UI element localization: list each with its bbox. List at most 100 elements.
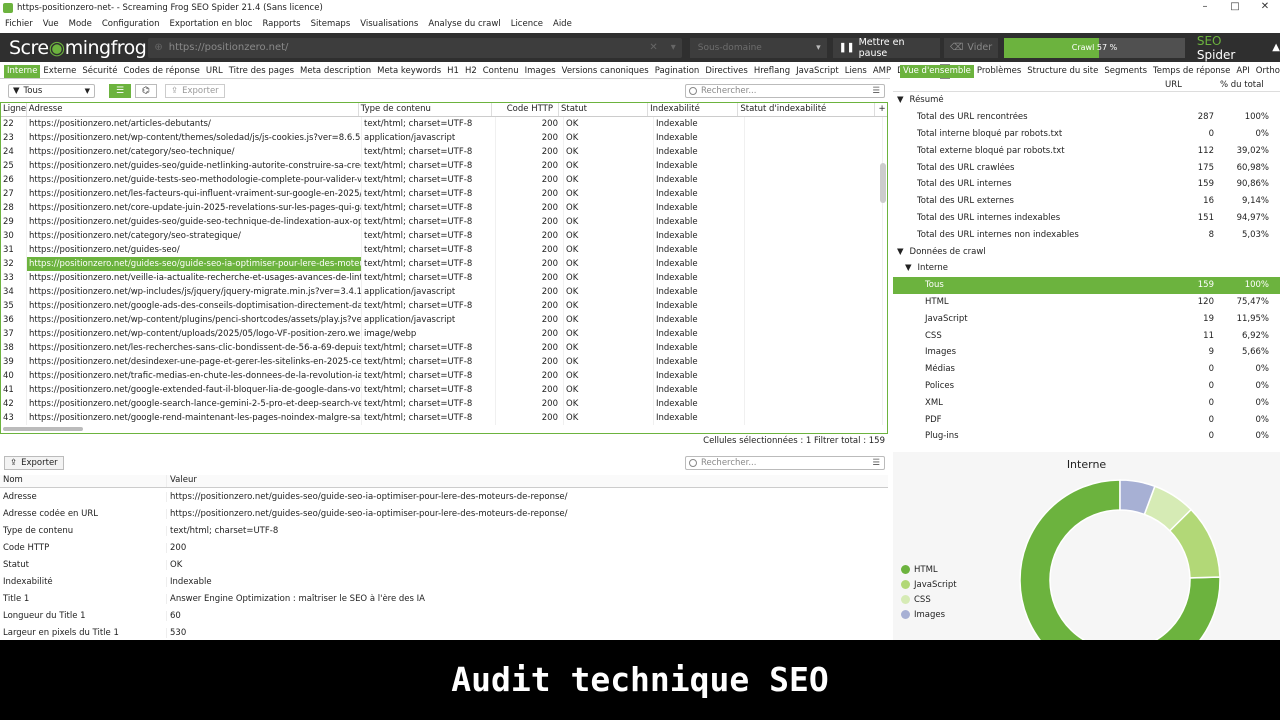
- overview-row[interactable]: Médias 0 0%: [893, 361, 1280, 378]
- tab-right[interactable]: API: [1233, 65, 1252, 78]
- filter-select[interactable]: ▼ Tous ▼: [8, 83, 95, 98]
- details-search-input[interactable]: Rechercher... ☰: [685, 456, 885, 470]
- table-row[interactable]: 29 https://positionzero.net/guides-seo/gu…: [1, 215, 887, 229]
- url-history-dropdown-icon[interactable]: ▾: [671, 42, 676, 53]
- table-row[interactable]: 24 https://positionzero.net/category/seo-…: [1, 145, 887, 159]
- maximize-icon[interactable]: □: [1220, 0, 1250, 15]
- overview-row[interactable]: Total externe bloqué par robots.txt 112 39…: [893, 142, 1280, 159]
- overview-row[interactable]: PDF 0 0%: [893, 411, 1280, 428]
- overview-row[interactable]: Total des URL externes 16 9,14%: [893, 193, 1280, 210]
- menu-item[interactable]: Sitemaps: [306, 19, 356, 29]
- tab-left[interactable]: URL: [203, 65, 226, 78]
- tab-left[interactable]: Meta keywords: [374, 65, 444, 78]
- column-header[interactable]: Code HTTP: [492, 103, 559, 116]
- column-header[interactable]: Statut d'indexabilité: [738, 103, 876, 116]
- add-column-icon[interactable]: +: [875, 103, 887, 116]
- filter-options-icon[interactable]: ☰: [872, 86, 880, 96]
- menu-item[interactable]: Exportation en bloc: [164, 19, 257, 29]
- table-row[interactable]: 43 https://positionzero.net/google-rend-m…: [1, 411, 887, 425]
- tab-left[interactable]: Versions canoniques: [559, 65, 652, 78]
- tab-left[interactable]: JavaScript: [793, 65, 842, 78]
- column-header[interactable]: Statut: [559, 103, 649, 116]
- table-row[interactable]: 25 https://positionzero.net/guides-seo/gu…: [1, 159, 887, 173]
- details-row[interactable]: Type de contenu text/html; charset=UTF-8: [0, 522, 888, 539]
- table-row[interactable]: 37 https://positionzero.net/wp-content/up…: [1, 327, 887, 341]
- tab-left[interactable]: Directives: [702, 65, 751, 78]
- table-row[interactable]: 23 https://positionzero.net/wp-content/th…: [1, 131, 887, 145]
- overview-row[interactable]: Total des URL internes indexables 151 94,9…: [893, 210, 1280, 227]
- tab-left[interactable]: Hreflang: [751, 65, 793, 78]
- overview-row[interactable]: Total interne bloqué par robots.txt 0 0%: [893, 126, 1280, 143]
- column-header[interactable]: Ligne: [1, 103, 27, 116]
- tab-left[interactable]: Images: [522, 65, 559, 78]
- table-row[interactable]: 40 https://positionzero.net/trafic-medias…: [1, 369, 887, 383]
- search-input[interactable]: Rechercher... ☰: [685, 83, 885, 98]
- overview-row[interactable]: Tous 159 100%: [893, 276, 1280, 294]
- tab-right[interactable]: Problèmes: [974, 65, 1024, 78]
- tab-left[interactable]: Codes de réponse: [120, 65, 202, 78]
- overview-row[interactable]: Total des URL internes non indexables 8 5,…: [893, 226, 1280, 243]
- clear-url-icon[interactable]: ✕: [649, 42, 657, 53]
- column-header[interactable]: Indexabilité: [648, 103, 739, 116]
- tab-right[interactable]: Orthographe: [1253, 65, 1280, 78]
- tab-left[interactable]: Meta description: [297, 65, 374, 78]
- tab-left[interactable]: Titre des pages: [226, 65, 297, 78]
- table-row[interactable]: 27 https://positionzero.net/les-facteurs-…: [1, 187, 887, 201]
- details-row[interactable]: Largeur en pixels du Title 1 530: [0, 624, 888, 640]
- overview-row[interactable]: HTML 120 75,47%: [893, 294, 1280, 311]
- table-row[interactable]: 28 https://positionzero.net/core-update-j…: [1, 201, 887, 215]
- crawl-data-node[interactable]: ▼ Données de crawl: [893, 243, 1280, 260]
- column-header[interactable]: Type de contenu: [359, 103, 492, 116]
- overview-row[interactable]: Images 9 5,66%: [893, 344, 1280, 361]
- clear-button[interactable]: ⌫ Vider: [943, 37, 999, 58]
- close-icon[interactable]: ✕: [1250, 0, 1280, 15]
- url-input[interactable]: ⊕ https://positionzero.net/ ✕ ▾: [148, 37, 682, 58]
- export-button-disabled[interactable]: ⇪ Exporter: [165, 83, 225, 98]
- overview-row[interactable]: Plug-ins 0 0%: [893, 428, 1280, 444]
- table-row[interactable]: 38 https://positionzero.net/les-recherche…: [1, 341, 887, 355]
- summary-node[interactable]: ▼ Résumé: [893, 92, 1280, 109]
- tab-left[interactable]: H2: [462, 65, 480, 78]
- table-row[interactable]: 22 https://positionzero.net/articles-debu…: [1, 117, 887, 131]
- table-row[interactable]: 30 https://positionzero.net/category/seo-…: [1, 229, 887, 243]
- table-row[interactable]: 36 https://positionzero.net/wp-content/pl…: [1, 313, 887, 327]
- overview-row[interactable]: Total des URL crawlées 175 60,98%: [893, 159, 1280, 176]
- overview-row[interactable]: XML 0 0%: [893, 394, 1280, 411]
- table-row[interactable]: 31 https://positionzero.net/guides-seo/te…: [1, 243, 887, 257]
- menu-item[interactable]: Visualisations: [355, 19, 423, 29]
- tab-right[interactable]: Vue d'ensemble: [900, 65, 974, 78]
- menu-item[interactable]: Vue: [38, 19, 64, 29]
- tab-left[interactable]: Contenu: [480, 65, 522, 78]
- table-row[interactable]: 34 https://positionzero.net/wp-includes/j…: [1, 285, 887, 299]
- menu-item[interactable]: Fichier: [0, 19, 38, 29]
- tab-left[interactable]: Liens: [842, 65, 870, 78]
- menu-item[interactable]: Configuration: [97, 19, 165, 29]
- menu-item[interactable]: Licence: [506, 19, 548, 29]
- table-row[interactable]: 39 https://positionzero.net/desindexer-un…: [1, 355, 887, 369]
- table-row[interactable]: 35 https://positionzero.net/google-ads-de…: [1, 299, 887, 313]
- column-header[interactable]: Adresse: [27, 103, 359, 116]
- tab-left[interactable]: H1: [444, 65, 462, 78]
- details-row[interactable]: Code HTTP 200: [0, 539, 888, 556]
- collapse-icon[interactable]: ▲: [1272, 42, 1280, 53]
- table-row[interactable]: 33 https://positionzero.net/veille-ia-act…: [1, 271, 887, 285]
- overview-row[interactable]: JavaScript 19 11,95%: [893, 310, 1280, 327]
- minimize-icon[interactable]: –: [1190, 0, 1220, 15]
- crawl-mode-select[interactable]: Sous-domaine ▾: [689, 37, 827, 58]
- tab-right[interactable]: Structure du site: [1024, 65, 1101, 78]
- overview-row[interactable]: CSS 11 6,92%: [893, 327, 1280, 344]
- filter-options-icon[interactable]: ☰: [872, 458, 880, 468]
- details-row[interactable]: Indexabilité Indexable: [0, 573, 888, 590]
- horizontal-scrollbar[interactable]: [3, 427, 83, 431]
- details-row[interactable]: Adresse https://positionzero.net/guides-s…: [0, 488, 888, 505]
- details-row[interactable]: Adresse codée en URL https://positionzero…: [0, 505, 888, 522]
- overview-row[interactable]: Total des URL rencontrées 287 100%: [893, 109, 1280, 126]
- menu-item[interactable]: Rapports: [257, 19, 305, 29]
- overview-row[interactable]: Total des URL internes 159 90,86%: [893, 176, 1280, 193]
- details-row[interactable]: Title 1 Answer Engine Optimization : maît…: [0, 590, 888, 607]
- details-export-button[interactable]: ⇪ Exporter: [4, 456, 64, 470]
- menu-item[interactable]: Mode: [64, 19, 97, 29]
- menu-item[interactable]: Aide: [548, 19, 577, 29]
- overview-row[interactable]: Polices 0 0%: [893, 378, 1280, 395]
- pause-button[interactable]: ❚❚ Mettre en pause: [832, 37, 940, 59]
